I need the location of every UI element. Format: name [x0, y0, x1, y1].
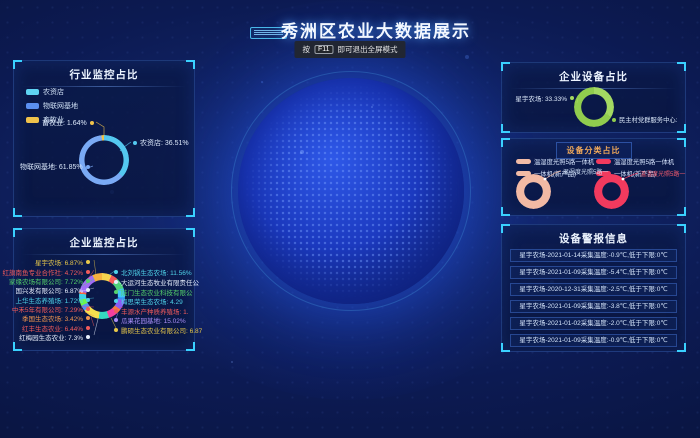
chart-label: 大运河生态牧业有限责任公 [114, 277, 199, 287]
legend-item[interactable]: 温湿度光照5路一体机 [596, 157, 674, 166]
label-dot [114, 309, 118, 313]
class-left-callout: 温湿度光照5路一 [563, 167, 608, 176]
page-title: 秀洲区农业大数据展示 [52, 17, 700, 42]
fullscreen-tip: 按 F11 即可退出全屏模式 [294, 41, 405, 58]
label-dot [86, 165, 90, 169]
label-dot [133, 141, 137, 145]
legend-swatch [596, 159, 611, 164]
decor-particles [300, 150, 304, 154]
legend-swatch [516, 159, 531, 164]
tip-prefix: 按 [302, 44, 310, 55]
label-dot [86, 335, 90, 339]
alarm-row[interactable]: 星宇农场-2021-01-02采集温度:-2.0℃,低于下限:0℃ [510, 317, 677, 330]
chart-label: 红梅园生态农业: 7.3% [14, 332, 90, 342]
chart-label: 畜牧业: 1.64% [42, 118, 94, 128]
label-dot [114, 270, 118, 274]
label-dot [90, 121, 94, 125]
label-dot [86, 288, 90, 292]
label-dot [114, 318, 118, 322]
chart-label: 星宇农场: 33.33% [512, 93, 574, 103]
chart-label: 北刘锅生态农场: 11.56% [114, 267, 192, 277]
panel-enterprise-monitor: 企业监控占比 星宇农场: 6.87% 红旗南鱼专业合作社: 4.72% 家缘农场… [13, 228, 195, 351]
label-dot [86, 316, 90, 320]
device-donut-chart[interactable] [574, 87, 614, 127]
panel-industry-monitor: 行业监控占比 农资店 物联网基地 畜牧业 畜牧业: 1.64% 农资店: 36.… [13, 60, 195, 217]
label-dot [114, 290, 118, 294]
legend-item[interactable]: 温湿度光照5路一体机 [516, 157, 594, 166]
label-dot [86, 298, 90, 302]
divider [22, 254, 186, 255]
alarm-list: 星宇农场-2021-01-14采集温度:-0.9℃,低于下限:0℃ 星宇农场-2… [510, 249, 677, 351]
panel-title: 企业设备占比 [502, 69, 685, 84]
label-dot [86, 307, 90, 311]
alarm-row[interactable]: 星宇农场-2021-01-14采集温度:-0.9℃,低于下限:0℃ [510, 249, 677, 262]
panel-title: 设备警报信息 [502, 231, 685, 246]
label-dot [86, 326, 90, 330]
alarm-row[interactable]: 星宇农场-2021-01-09采集温度:-3.8℃,低于下限:0℃ [510, 300, 677, 313]
label-dot [114, 299, 118, 303]
label-dot [86, 260, 90, 264]
chart-label: 物联网基地: 61.85% [20, 162, 90, 172]
label-dot [114, 280, 118, 284]
chart-label: 鹏硕生态农业有限公司: 6.87 [114, 325, 202, 335]
class-right-callout: 温湿度光照5路一 [640, 169, 685, 178]
label-dot [114, 328, 118, 332]
panel-title: 行业监控占比 [14, 67, 194, 82]
dashboard: 秀洲区农业大数据展示 按 F11 即可退出全屏模式 行业监控占比 农资店 物联网… [0, 0, 700, 438]
chart-label: 瓜果花园基地: 15.02% [114, 315, 186, 325]
legend-swatch [26, 117, 39, 123]
panel-title: 企业监控占比 [14, 235, 194, 250]
panel-device-alarms: 设备警报信息 星宇农场-2021-01-14采集温度:-0.9℃,低于下限:0℃… [501, 224, 686, 352]
label-dot [86, 270, 90, 274]
industry-donut-chart[interactable] [79, 135, 129, 185]
f11-key: F11 [314, 45, 334, 54]
panel-device-class: 设备分类占比 温湿度光照5路一体机 一体机(新产品) 温湿度光照5路一体机 一体… [501, 138, 686, 216]
legend-label: 物联网基地 [43, 101, 78, 111]
class-left-donut-chart[interactable] [516, 174, 551, 209]
label-dot [570, 96, 574, 100]
chart-label: 星宇农场: 6.87% [14, 257, 90, 267]
alarm-row[interactable]: 星宇农场-2021-01-09采集温度:-0.9℃,低于下限:0℃ [510, 334, 677, 347]
panel-device-ratio: 企业设备占比 星宇农场: 33.33% 民主村党群服务中心: [501, 62, 686, 133]
class-right-donut-chart[interactable] [594, 174, 629, 209]
alarm-row[interactable]: 星宇农场-2021-01-09采集温度:-5.4℃,低于下限:0℃ [510, 266, 677, 279]
chart-label: 国兴发有限公司: 6.87% [14, 285, 90, 295]
legend-swatch [26, 103, 39, 109]
chart-label: 农资店: 36.51% [133, 138, 189, 148]
chart-label: 民主村党群服务中心: [612, 115, 677, 124]
chart-label: 季国生态农场: 3.42% [14, 313, 90, 323]
tip-suffix: 即可退出全屏模式 [338, 44, 398, 55]
alarm-row[interactable]: 星宇农场-2020-12-31采集温度:-2.5℃,低于下限:0℃ [510, 283, 677, 296]
globe-visual [238, 78, 464, 304]
legend-swatch [26, 89, 39, 95]
label-dot [86, 279, 90, 283]
label-dot [612, 118, 616, 122]
legend-label: 农资店 [43, 87, 64, 97]
legend-item[interactable]: 物联网基地 [26, 101, 78, 111]
chart-label: 梅思荣生态农场: 4.29 [114, 296, 183, 306]
legend-item[interactable]: 农资店 [26, 87, 78, 97]
